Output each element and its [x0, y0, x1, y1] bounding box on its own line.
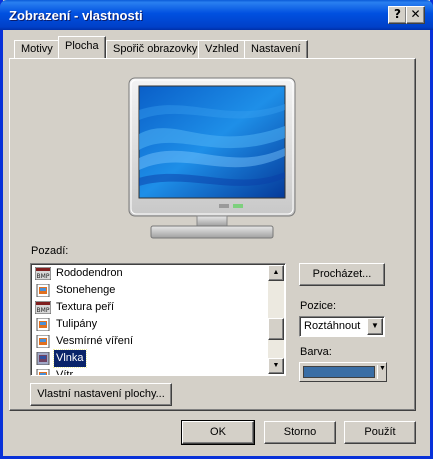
tab-vzhled[interactable]: Vzhled [198, 40, 246, 59]
tab-nastaveni[interactable]: Nastavení [244, 40, 308, 59]
cancel-button[interactable]: Storno [264, 421, 336, 444]
tab-panel-plocha [9, 58, 416, 411]
window-title: Zobrazení - vlastnosti [9, 8, 143, 23]
tab-motivy[interactable]: Motivy [14, 40, 60, 59]
close-button[interactable]: ✕ [406, 6, 425, 24]
ok-button[interactable]: OK [181, 420, 255, 445]
title-bar[interactable]: Zobrazení - vlastnosti ? ✕ [0, 0, 433, 30]
help-button[interactable]: ? [388, 6, 407, 24]
tab-screensaver[interactable]: Spořič obrazovky [106, 40, 205, 59]
apply-button[interactable]: Použít [344, 421, 416, 444]
tab-plocha[interactable]: Plocha [58, 36, 106, 58]
